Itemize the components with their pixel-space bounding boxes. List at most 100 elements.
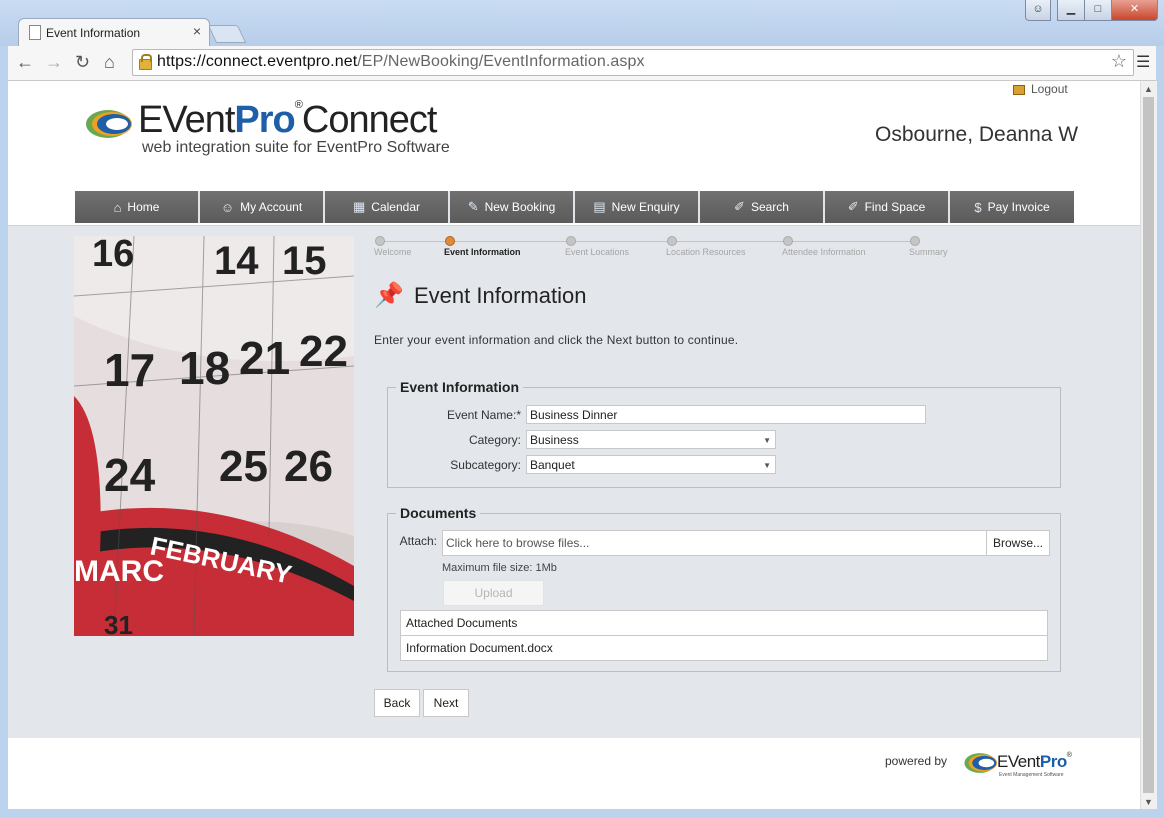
logo-swirl-icon [86, 110, 132, 138]
nav-item-new-enquiry[interactable]: ▤ New Enquiry [575, 191, 700, 223]
address-bar[interactable]: https://connect.eventpro.net/EP/NewBooki… [132, 49, 1134, 76]
nav-item-label: Pay Invoice [987, 200, 1050, 214]
home-icon: ⌂ [113, 199, 122, 215]
nav-item-label: Find Space [864, 200, 926, 214]
scroll-down-icon[interactable]: ▼ [1144, 797, 1153, 807]
vertical-scrollbar[interactable]: ▲ ▼ [1140, 81, 1157, 809]
tab-title: Event Information [46, 26, 141, 40]
logo-wordmark: EVentPro®Connect [138, 99, 437, 141]
step-label: Welcome [374, 247, 412, 257]
nav-item-label: New Booking [484, 200, 556, 214]
nav-item-search[interactable]: ✐ Search [700, 191, 825, 223]
cal-date: 18 [179, 342, 230, 394]
nav-item-label: New Enquiry [611, 200, 680, 214]
reload-icon[interactable]: ↻ [75, 52, 90, 73]
document-row[interactable]: Information Document.docx [401, 636, 1047, 660]
page-icon [29, 25, 41, 40]
footer-wordmark: EVentPro® [997, 752, 1072, 771]
subcategory-select[interactable]: Banquet ▼ [526, 455, 776, 474]
cal-date: 21 [239, 332, 290, 384]
category-label: Category: [468, 433, 521, 447]
step-dot-icon [566, 236, 576, 246]
browse-button[interactable]: Browse... [986, 531, 1049, 555]
documents-fieldset: Documents Attach: Click here to browse f… [387, 505, 1061, 672]
minimize-button[interactable]: ▁ [1057, 0, 1085, 21]
logout-link[interactable]: Logout [1013, 82, 1068, 96]
step-label: Event Locations [565, 247, 630, 257]
main-nav: ⌂ Home ☺ My Account ▦ Calendar ✎ New Booking ▤ Ne… [75, 191, 1074, 223]
nav-item-my-account[interactable]: ☺ My Account [200, 191, 325, 223]
form-icon: ▤ [593, 199, 606, 214]
padlock-icon [1013, 85, 1025, 95]
powered-by-text: powered by [885, 754, 948, 768]
browser-tab[interactable]: Event Information × [18, 18, 210, 47]
steps-line [378, 241, 918, 242]
pushpin-icon: 📌 [374, 282, 404, 309]
find-space-icon: ✐ [847, 199, 859, 214]
upload-button[interactable]: Upload [443, 580, 544, 606]
home-icon[interactable]: ⌂ [104, 52, 115, 73]
window-bottom-frame [0, 809, 1164, 818]
account-icon: ☺ [220, 199, 235, 215]
page-viewport: EVentPro®Connect web integration suite f… [8, 81, 1140, 809]
cal-date: 14 [214, 239, 259, 283]
cal-date: 25 [219, 442, 268, 491]
close-tab-icon[interactable]: × [193, 23, 201, 39]
logo-swirl-icon [964, 753, 997, 773]
browser-toolbar: ← → ↻ ⌂ https://connect.eventpro.net/EP/… [8, 46, 1156, 81]
browser-menu-icon[interactable]: ☰ [1136, 52, 1150, 72]
attach-label: Attach: [399, 534, 437, 548]
new-tab-button[interactable] [207, 25, 247, 43]
event-name-label: Event Name:* [446, 408, 521, 422]
cal-date: 26 [284, 442, 333, 491]
calendar-photo: 16 14 15 17 18 21 22 24 25 26 31 MARC FE… [74, 236, 354, 636]
step-label: Event Information [444, 247, 521, 257]
max-file-size: Maximum file size: 1Mb [442, 562, 557, 574]
page-title: Event Information [414, 283, 587, 308]
logo-tagline: web integration suite for EventPro Softw… [142, 139, 450, 156]
step-dot-icon [783, 236, 793, 246]
calendar-illustration: 16 14 15 17 18 21 22 24 25 26 31 MARC FE… [74, 236, 354, 636]
step-dot-icon [445, 236, 455, 246]
lock-icon [139, 54, 152, 70]
subcategory-label: Subcategory: [450, 458, 521, 472]
table-header: Attached Documents [401, 611, 1047, 636]
nav-item-label: Home [127, 200, 160, 214]
nav-item-find-space[interactable]: ✐ Find Space [825, 191, 950, 223]
attach-placeholder: Click here to browse files... [446, 536, 590, 550]
event-information-fieldset: Event Information Event Name:* Business … [387, 379, 1061, 488]
scroll-up-icon[interactable]: ▲ [1144, 84, 1153, 94]
scrollbar-thumb[interactable] [1143, 97, 1154, 793]
forward-arrow-icon[interactable]: → [45, 52, 63, 73]
back-arrow-icon[interactable]: ← [16, 52, 34, 73]
nav-item-home[interactable]: ⌂ Home [75, 191, 200, 223]
url-text: https://connect.eventpro.net/EP/NewBooki… [157, 53, 645, 70]
next-button[interactable]: Next [423, 689, 469, 717]
user-name: Osbourne, Deanna W [875, 123, 1079, 146]
nav-item-pay-invoice[interactable]: $ Pay Invoice [950, 191, 1074, 223]
back-button[interactable]: Back [374, 689, 420, 717]
bookmark-star-icon[interactable]: ☆ [1111, 51, 1127, 72]
user-profile-icon[interactable]: ☺ [1025, 0, 1051, 21]
close-window-button[interactable]: ✕ [1111, 0, 1158, 21]
calendar-icon: ▦ [353, 199, 366, 214]
file-attach-input[interactable]: Click here to browse files... Browse... [442, 530, 1050, 556]
step-label: Attendee Information [782, 247, 866, 257]
search-icon: ✐ [734, 199, 745, 214]
attached-documents-table: Attached Documents Information Document.… [400, 610, 1048, 661]
pushpin-icon: ✎ [467, 199, 479, 214]
intro-text: Enter your event information and click t… [374, 333, 739, 347]
cal-date: 15 [282, 239, 327, 283]
event-name-input[interactable]: Business Dinner [526, 405, 926, 424]
cal-date: 17 [104, 344, 155, 396]
nav-item-new-booking[interactable]: ✎ New Booking [450, 191, 575, 223]
nav-item-label: Calendar [371, 200, 420, 214]
step-dot-icon [667, 236, 677, 246]
fieldset-legend: Documents [396, 505, 481, 521]
category-select[interactable]: Business ▼ [526, 430, 776, 449]
nav-item-calendar[interactable]: ▦ Calendar [325, 191, 450, 223]
maximize-button[interactable]: □ [1084, 0, 1112, 21]
step-dot-icon [375, 236, 385, 246]
invoice-icon: $ [974, 199, 982, 215]
dropdown-arrow-icon: ▼ [763, 436, 771, 445]
